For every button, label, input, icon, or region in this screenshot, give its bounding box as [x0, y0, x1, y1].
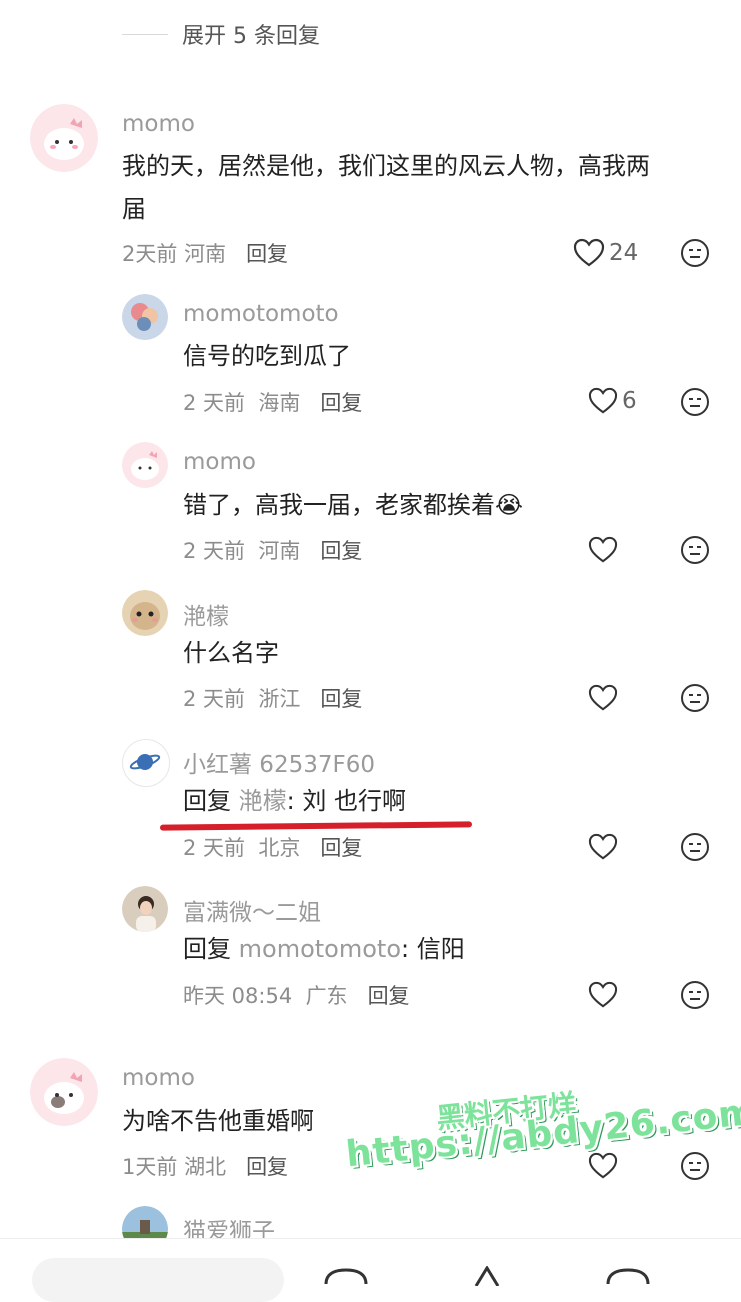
dislike-button[interactable]: [680, 832, 710, 866]
heart-icon: [588, 684, 618, 711]
reply-prefix: 回复: [183, 787, 231, 815]
like-button[interactable]: [588, 833, 618, 865]
avatar[interactable]: [122, 739, 170, 787]
crying-emoji: 😭: [495, 491, 524, 519]
comment-location: 海南: [258, 391, 301, 415]
comment-text-wrap: 错了，高我一届，老家都挨着😭: [183, 484, 523, 526]
heart-icon: [588, 1152, 618, 1179]
comment-meta: 2 天前 河南 回复: [183, 535, 362, 565]
heart-icon: [573, 238, 605, 267]
comment-username[interactable]: momo: [122, 111, 195, 137]
comment-location: 浙江: [258, 687, 301, 711]
comment-time: 1天前: [122, 1155, 178, 1179]
like-button[interactable]: [588, 1152, 618, 1184]
expand-replies-label: 展开 5 条回复: [182, 24, 320, 49]
comment-meta: 2 天前 北京 回复: [183, 832, 362, 862]
comment-location: 湖北: [184, 1155, 227, 1179]
dislike-button[interactable]: [680, 1151, 710, 1185]
dislike-face-icon: [681, 1152, 709, 1180]
heart-icon: [588, 981, 618, 1008]
comment-location: 北京: [258, 836, 301, 860]
like-button[interactable]: 24: [573, 238, 638, 268]
comment-meta: 2 天前 海南 回复: [183, 387, 362, 417]
expand-replies-button[interactable]: 展开 5 条回复: [122, 18, 320, 50]
comment-text: : 刘 也行啊: [286, 787, 406, 815]
dislike-face-icon: [681, 536, 709, 564]
dislike-face-icon: [681, 239, 709, 267]
comment-text: 错了，高我一届，老家都挨着: [183, 491, 495, 519]
comment-text: 什么名字: [183, 639, 279, 667]
dislike-button[interactable]: [680, 683, 710, 717]
like-bar-icon[interactable]: [322, 1266, 370, 1290]
comment-meta: 1天前 湖北 回复: [122, 1151, 288, 1181]
reply-prefix: 回复: [183, 935, 231, 963]
comment-time: 昨天 08:54: [183, 984, 293, 1008]
reply-button[interactable]: 回复: [320, 535, 362, 565]
like-button[interactable]: [588, 536, 618, 568]
comment-username[interactable]: 滟檬: [183, 597, 229, 631]
avatar[interactable]: [30, 1058, 98, 1126]
comment-time: 2 天前: [183, 391, 246, 415]
dislike-button[interactable]: [680, 387, 710, 421]
reply-to-user[interactable]: momotomoto: [239, 935, 401, 963]
comment-meta: 2天前 河南 回复: [122, 238, 288, 268]
reply-button[interactable]: 回复: [368, 980, 410, 1010]
chat-icon[interactable]: [604, 1266, 652, 1290]
reply-to-user[interactable]: 滟檬: [239, 787, 287, 815]
avatar[interactable]: [122, 442, 168, 488]
comment-time: 2 天前: [183, 836, 246, 860]
dislike-button[interactable]: [680, 535, 710, 569]
dislike-button[interactable]: [680, 238, 710, 272]
avatar[interactable]: [122, 590, 168, 636]
reply-button[interactable]: 回复: [320, 387, 362, 417]
avatar[interactable]: [30, 104, 98, 172]
comment-text-wrap: 回复 滟檬: 刘 也行啊: [183, 780, 406, 822]
comment-username[interactable]: momotomoto: [183, 301, 339, 327]
dislike-face-icon: [681, 833, 709, 861]
comment-text: 届: [122, 195, 146, 223]
comment-text: 为啥不告他重婚啊: [122, 1107, 314, 1135]
comment-username[interactable]: momo: [122, 1065, 195, 1091]
reply-button[interactable]: 回复: [320, 832, 362, 862]
like-count: 24: [609, 240, 639, 266]
comment-time: 2天前: [122, 242, 178, 266]
heart-icon: [588, 833, 618, 860]
avatar[interactable]: [122, 294, 168, 340]
comment-meta: 2 天前 浙江 回复: [183, 683, 362, 713]
comment-username[interactable]: momo: [183, 449, 256, 475]
divider-line: [122, 33, 168, 35]
comment-input[interactable]: [32, 1258, 284, 1302]
comment-meta: 昨天 08:54 广东 回复: [183, 980, 410, 1010]
like-count: 6: [622, 388, 637, 414]
comment-location: 广东: [305, 984, 348, 1008]
heart-icon: [588, 387, 618, 414]
reply-button[interactable]: 回复: [246, 238, 288, 268]
comment-username[interactable]: 富满微～二姐: [183, 893, 321, 927]
like-button[interactable]: [588, 981, 618, 1013]
reply-button[interactable]: 回复: [246, 1151, 288, 1181]
like-button[interactable]: 6: [588, 387, 637, 415]
dislike-button[interactable]: [680, 980, 710, 1014]
planet-icon: [123, 740, 167, 784]
comment-text: 我的天，居然是他，我们这里的风云人物，高我两: [122, 152, 650, 180]
comment-text-wrap: 回复 momotomoto: 信阳: [183, 928, 465, 970]
comment-time: 2 天前: [183, 539, 246, 563]
heart-icon: [588, 536, 618, 563]
red-underline-annotation: [159, 821, 473, 831]
comment-text: : 信阳: [401, 935, 465, 963]
dislike-face-icon: [681, 981, 709, 1009]
comment-time: 2 天前: [183, 687, 246, 711]
like-button[interactable]: [588, 684, 618, 716]
reply-button[interactable]: 回复: [320, 683, 362, 713]
dislike-face-icon: [681, 388, 709, 416]
avatar[interactable]: [122, 886, 168, 932]
star-icon[interactable]: [470, 1265, 504, 1290]
comment-username[interactable]: 小红薯 62537F60: [183, 745, 375, 779]
comment-text: 信号的吃到瓜了: [183, 342, 351, 370]
comment-location: 河南: [258, 539, 301, 563]
dislike-face-icon: [681, 684, 709, 712]
comment-location: 河南: [184, 242, 227, 266]
